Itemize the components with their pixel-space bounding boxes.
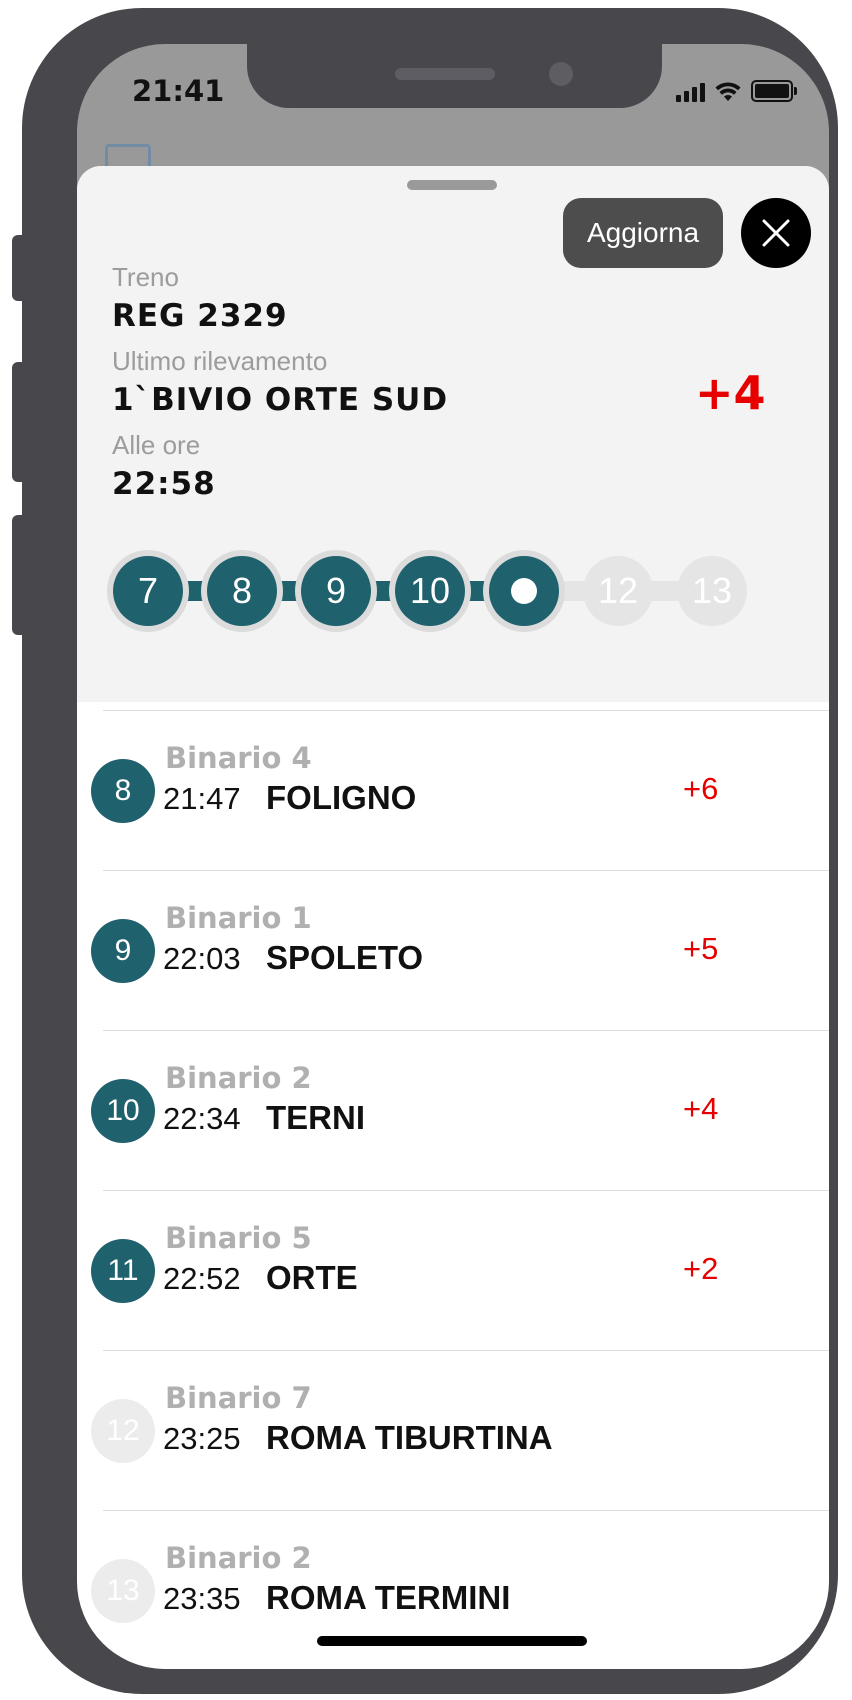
progress-stop-dot: 7 [113, 556, 183, 626]
scheduled-time: 23:35 [163, 1581, 241, 1616]
refresh-button[interactable]: Aggiorna [563, 198, 723, 268]
home-indicator [317, 1636, 587, 1646]
progress-stop: 7 [107, 550, 189, 632]
scheduled-time: 21:47 [163, 781, 241, 816]
signal-icon [676, 83, 705, 102]
wifi-icon [715, 82, 741, 101]
progress-stop: 9 [295, 550, 377, 632]
platform-label: Binario 7 [165, 1381, 312, 1415]
progress-stop-dot [489, 556, 559, 626]
stop-number-badge: 9 [91, 919, 155, 983]
progress-stop-dot: 13 [677, 556, 747, 626]
station-name: TERNI [266, 1099, 365, 1136]
station-name: ORTE [266, 1259, 358, 1296]
progress-stop: 8 [201, 550, 283, 632]
status-time: 21:41 [132, 74, 225, 108]
stop-number-badge: 12 [91, 1399, 155, 1463]
drag-handle[interactable] [407, 180, 497, 190]
train-value: REG 2329 [112, 298, 288, 334]
current-delay: +4 [695, 366, 766, 420]
stop-number-badge: 8 [91, 759, 155, 823]
phone-frame: 21:41 Aggiorna Treno REG 2329 Ultimo ril… [22, 8, 838, 1694]
sheet-header: Aggiorna Treno REG 2329 Ultimo rilevamen… [77, 166, 829, 702]
train-detail-sheet: Aggiorna Treno REG 2329 Ultimo rilevamen… [77, 166, 829, 1669]
progress-stop-dot: 8 [207, 556, 277, 626]
stop-delay: +4 [683, 1091, 719, 1126]
platform-label: Binario 1 [165, 901, 312, 935]
progress-stop-dot: 9 [301, 556, 371, 626]
current-position-marker [483, 550, 565, 632]
screen: 21:41 Aggiorna Treno REG 2329 Ultimo ril… [77, 44, 829, 1669]
stop-row-roma-tiburtina[interactable]: 12 Binario 7 23:25 ROMA TIBURTINA [91, 1350, 829, 1510]
scheduled-time: 22:03 [163, 941, 241, 976]
battery-icon [751, 80, 797, 102]
detection-time-value: 22:58 [112, 466, 216, 502]
station-name: SPOLETO [266, 939, 424, 976]
progress-stop-dot: 12 [583, 556, 653, 626]
last-detection-value: 1`BIVIO ORTE SUD [112, 382, 449, 418]
stop-delay: +2 [683, 1251, 719, 1286]
current-position-dot [511, 578, 537, 604]
stop-row-terni[interactable]: 10 Binario 2 22:34 TERNI +4 [91, 1030, 829, 1190]
stop-progress-bar: 7 8 9 10 12 13 [107, 550, 787, 632]
stop-row-spoleto[interactable]: 9 Binario 1 22:03 SPOLETO +5 [91, 870, 829, 1030]
platform-label: Binario 4 [165, 741, 312, 775]
last-detection-label: Ultimo rilevamento [112, 346, 328, 376]
close-button[interactable] [741, 198, 811, 268]
train-label: Treno [112, 262, 179, 292]
status-icons [676, 80, 797, 102]
station-name: FOLIGNO [266, 779, 417, 816]
scheduled-time: 22:52 [163, 1261, 241, 1296]
notch [247, 44, 662, 108]
speaker [395, 68, 495, 80]
stop-number-badge: 13 [91, 1559, 155, 1623]
station-name: ROMA TIBURTINA [266, 1419, 553, 1456]
station-name: ROMA TERMINI [266, 1579, 511, 1616]
scheduled-time: 22:34 [163, 1101, 241, 1136]
platform-label: Binario 2 [165, 1541, 312, 1575]
camera [549, 62, 573, 86]
scheduled-time: 23:25 [163, 1421, 241, 1456]
detection-time-label: Alle ore [112, 430, 201, 460]
progress-stop: 13 [671, 550, 753, 632]
stop-row-foligno[interactable]: 8 Binario 4 21:47 FOLIGNO +6 [91, 710, 829, 870]
progress-stop-dot: 10 [395, 556, 465, 626]
close-icon [762, 219, 790, 247]
stop-row-orte[interactable]: 11 Binario 5 22:52 ORTE +2 [91, 1190, 829, 1350]
stop-delay: +6 [683, 771, 719, 806]
progress-stop: 12 [577, 550, 659, 632]
platform-label: Binario 5 [165, 1221, 312, 1255]
stop-delay: +5 [683, 931, 719, 966]
stop-number-badge: 10 [91, 1079, 155, 1143]
platform-label: Binario 2 [165, 1061, 312, 1095]
stop-number-badge: 11 [91, 1239, 155, 1303]
progress-stop: 10 [389, 550, 471, 632]
stops-list: 8 Binario 4 21:47 FOLIGNO +6 9 Binario 1… [77, 710, 829, 1669]
